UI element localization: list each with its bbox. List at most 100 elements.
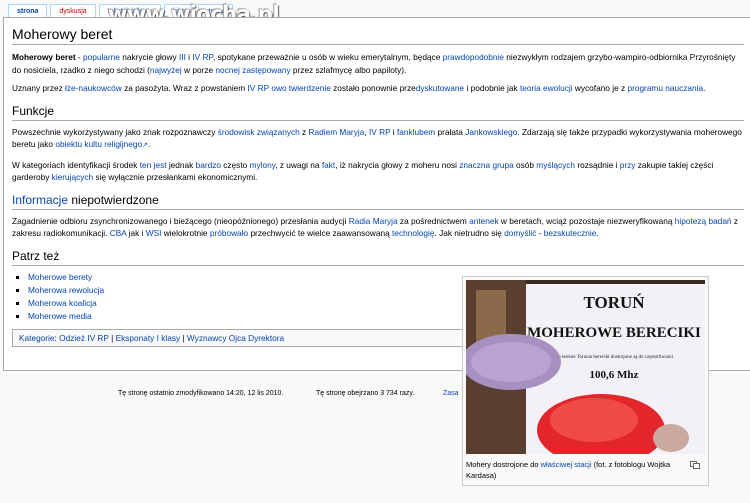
- enlarge-icon[interactable]: [690, 461, 700, 469]
- text: nakrycie głowy: [119, 52, 179, 62]
- link-moherowe-berety[interactable]: Moherowe berety: [28, 272, 92, 282]
- thumbnail-photo[interactable]: TORUŃ MOHEROWE BERECIKI Na terenie Torun…: [466, 280, 705, 454]
- text: wielokrotnie: [161, 228, 210, 238]
- text: często: [220, 159, 250, 170]
- link-hipoteza-badan[interactable]: hipotezą badań: [675, 216, 732, 226]
- text: Mohery dostrojone do: [466, 460, 541, 469]
- link-radiem-maryja[interactable]: Radiem Maryja: [309, 127, 365, 137]
- text: -: [75, 52, 83, 62]
- category-link[interactable]: Odzież IV RP: [59, 333, 109, 343]
- link-bezskutecznie[interactable]: bezskutecznie: [544, 228, 597, 238]
- link-przy[interactable]: przy: [620, 160, 636, 170]
- text: i podobnie jak: [464, 83, 520, 93]
- text: . Jak nietrudno się: [434, 228, 505, 238]
- separator: |: [108, 332, 116, 343]
- link-domyslic[interactable]: domyślić: [504, 228, 536, 238]
- text: za pasożyta. Wraz z powstaniem: [121, 83, 248, 93]
- link-iv-rp[interactable]: IV RP: [369, 127, 391, 137]
- link-znaczna-grupa[interactable]: znaczna grupa: [459, 160, 513, 170]
- link-ten[interactable]: ten: [140, 160, 152, 170]
- tab-strona[interactable]: strona: [8, 4, 48, 18]
- section-heading-funkcje: Funkcje: [12, 104, 744, 121]
- category-box: Kategorie: Odzież IV RP | Eksponaty I kl…: [12, 328, 492, 347]
- link-myslacych[interactable]: myślących: [536, 160, 575, 170]
- link-srodowisk[interactable]: środowisk związanych: [218, 127, 300, 137]
- text: W kategoriach identyfikacji środek: [12, 159, 140, 170]
- link-obiektu-kultu[interactable]: obiektu kultu religijnego: [55, 139, 142, 149]
- link-dyskutowane[interactable]: dyskutowane: [416, 83, 464, 93]
- link-moherowa-rewolucja[interactable]: Moherowa rewolucja: [28, 285, 104, 295]
- photo-illustration: TORUŃ MOHEROWE BERECIKI Na terenie Torun…: [466, 280, 705, 454]
- link-jest[interactable]: jest: [154, 160, 167, 170]
- link-teoria-ewolucji[interactable]: teoria ewolucji: [520, 83, 573, 93]
- footer-policy-link[interactable]: Zasa: [443, 390, 459, 397]
- text: .: [147, 139, 151, 149]
- link-zastepowany[interactable]: zastępowany: [242, 65, 290, 75]
- paragraph-4: W kategoriach identyfikacji środek ten j…: [12, 159, 744, 184]
- text: Uznany przez: [12, 83, 66, 93]
- text: jednak: [166, 159, 196, 170]
- page-title: Moherowy beret: [12, 26, 744, 45]
- tab-dyskusja[interactable]: dyskusja: [50, 4, 96, 18]
- link-probowalo[interactable]: próbowało: [210, 228, 248, 238]
- link-kierujacych[interactable]: kierujących: [52, 172, 94, 182]
- text: jak i: [126, 228, 146, 238]
- link-cba[interactable]: CBA: [110, 228, 127, 238]
- link-lze-naukowcow[interactable]: łże-naukowców: [65, 83, 122, 93]
- intro-paragraph: Moherowy beret - popularne nakrycie głow…: [12, 51, 744, 76]
- text: prałata: [435, 126, 466, 137]
- text: Zagadnienie odbioru zsynchronizowanego i…: [12, 215, 349, 226]
- link-owo-twierdzenie[interactable]: owo twierdzenie: [271, 83, 331, 93]
- hand: [653, 424, 689, 452]
- text: rozsądnie i: [575, 159, 620, 170]
- link-fanklubem[interactable]: fanklubem: [397, 127, 435, 137]
- text: przez szlafmycę albo papiloty).: [290, 64, 407, 75]
- text: w porze: [181, 64, 216, 75]
- footer-last-modified: Tę stronę ostatnio zmodyfikowano 14:20, …: [118, 390, 284, 397]
- link-iv-rp[interactable]: IV RP: [192, 52, 213, 62]
- section-heading-informacje: Informacje niepotwierdzone: [12, 193, 744, 210]
- footer-view-count: Tę stronę obejrzano 3 734 razy.: [316, 390, 415, 397]
- link-fakt[interactable]: fakt: [322, 160, 335, 170]
- link-programu-nauczania[interactable]: programu nauczania: [627, 83, 703, 93]
- text: niepotwierdzone: [68, 192, 159, 207]
- separator: |: [180, 332, 187, 343]
- purple-beret-highlight: [471, 342, 551, 382]
- link-bardzo[interactable]: bardzo: [196, 160, 221, 170]
- link-popularne[interactable]: popularne: [83, 52, 120, 62]
- paragraph-3: Powszechnie wykorzystywany jako znak roz…: [12, 126, 744, 153]
- link-wlasciwej-stacji[interactable]: właściwej stacji: [541, 460, 592, 469]
- link-moherowe-media[interactable]: Moherowe media: [28, 311, 92, 321]
- link-kategorie[interactable]: Kategorie: [19, 333, 55, 343]
- paragraph-2: Uznany przez łże-naukowców za pasożyta. …: [12, 82, 744, 95]
- link-informacje[interactable]: Informacje: [12, 193, 68, 207]
- link-najwyzej[interactable]: najwyżej: [150, 65, 182, 75]
- link-moherowa-koalicja[interactable]: Moherowa koalicja: [28, 298, 97, 308]
- text: osób: [513, 159, 537, 170]
- link-nocnej[interactable]: nocnej: [215, 65, 239, 75]
- image-thumbnail: TORUŃ MOHEROWE BERECIKI Na terenie Torun…: [462, 276, 709, 486]
- text: się wyłącznie przesłankami ekonomicznymi…: [93, 172, 258, 182]
- category-link[interactable]: Wyznawcy Ojca Dyrektora: [187, 333, 284, 343]
- category-link[interactable]: Eksponaty I klasy: [116, 333, 181, 343]
- text: zostało ponownie prze: [330, 83, 416, 93]
- text: z: [299, 126, 309, 137]
- sign-line-2: MOHEROWE BERECIKI: [527, 325, 701, 341]
- link-iii[interactable]: III: [179, 52, 186, 62]
- link-technologie[interactable]: technologię: [392, 228, 434, 238]
- link-antenek[interactable]: antenek: [469, 216, 499, 226]
- text: przechwycić te wielce zaawansowaną: [248, 228, 393, 238]
- intro-bold: Moherowy beret: [12, 52, 76, 62]
- link-iv-rp[interactable]: IV RP: [248, 83, 270, 93]
- text: .: [596, 228, 599, 238]
- sign-line-1: TORUŃ: [583, 293, 645, 312]
- link-wsi[interactable]: WSI: [146, 228, 162, 238]
- text: -: [536, 228, 544, 238]
- link-radia-maryja[interactable]: Radia Maryja: [349, 216, 398, 226]
- link-prawdopodobnie[interactable]: prawdopodobnie: [443, 52, 504, 62]
- link-jankowskiego[interactable]: Jankowskiego: [465, 127, 517, 137]
- text: wycofano je z: [572, 83, 628, 93]
- sign-line-3: Na terenie Torunia bereciki dostrojone s…: [555, 355, 674, 360]
- link-mylony[interactable]: mylony: [250, 160, 276, 170]
- text: , z uwagi na: [275, 159, 322, 170]
